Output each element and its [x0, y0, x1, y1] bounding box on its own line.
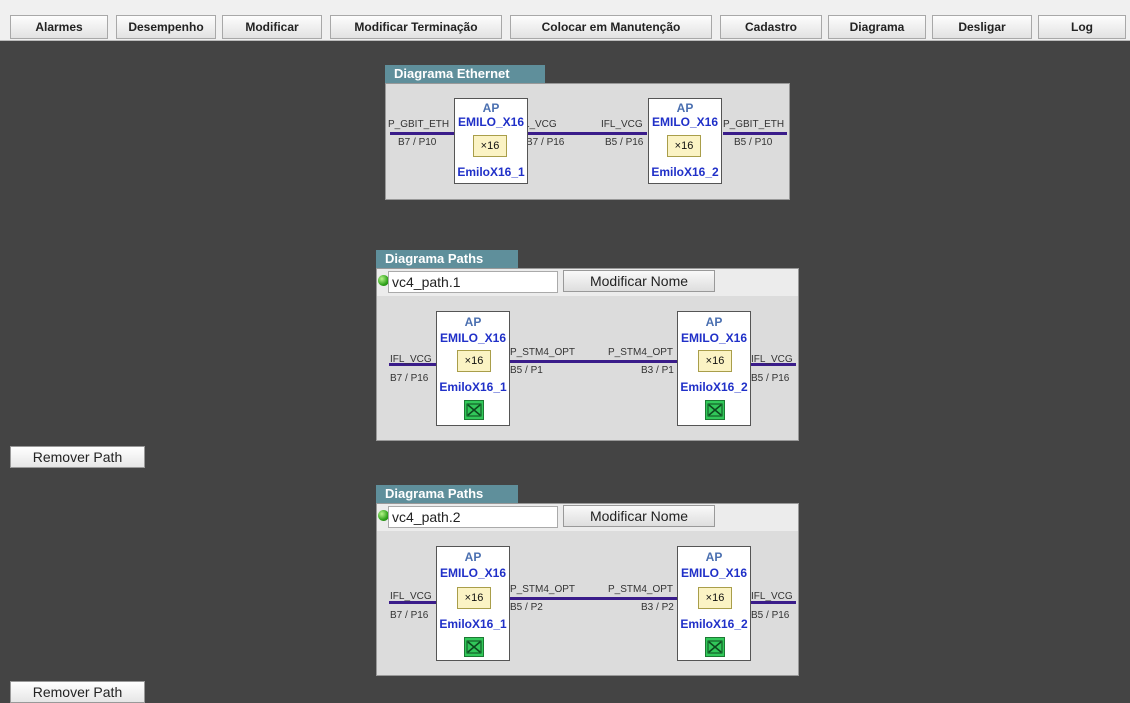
- top-toolbar: Alarmes Desempenho Modificar Modificar T…: [0, 0, 1130, 41]
- network-element-node[interactable]: AP EMILO_X16 ×16 EmiloX16_2: [677, 546, 751, 661]
- port-label: IFL_VCG: [390, 591, 432, 602]
- path-name-bar: vc4_path.1 Modificar Nome: [377, 269, 798, 296]
- network-element-node[interactable]: AP EMILO_X16 ×16 EmiloX16_2: [648, 98, 722, 184]
- modificar-nome-button[interactable]: Modificar Nome: [563, 270, 715, 292]
- link-line: [723, 132, 787, 135]
- node-name-label: EmiloX16_2: [680, 617, 748, 631]
- port-label: P_GBIT_ETH: [388, 119, 450, 130]
- slot-label: B7 / P16: [390, 373, 429, 384]
- cross-connect-glyph: [707, 640, 723, 654]
- x16-card-icon: ×16: [457, 587, 491, 609]
- node-name-label: EmiloX16_2: [680, 380, 748, 394]
- ap-label: AP: [482, 101, 500, 115]
- port-label: P_STM4_OPT: [510, 347, 576, 358]
- cross-connect-icon[interactable]: [464, 400, 484, 420]
- ethernet-diagram-title: Diagrama Ethernet: [385, 65, 545, 83]
- cross-connect-icon[interactable]: [705, 400, 725, 420]
- colocar-em-manutencao-button[interactable]: Colocar em Manutenção: [510, 15, 712, 39]
- port-label: IFL_VCG: [601, 119, 643, 130]
- port-label: P_GBIT_ETH: [723, 119, 785, 130]
- network-element-node[interactable]: AP EMILO_X16 ×16 EmiloX16_1: [436, 311, 510, 426]
- port-label: P_STM4_OPT: [608, 584, 674, 595]
- modificar-button[interactable]: Modificar: [222, 15, 322, 39]
- slot-label: B5 / P16: [605, 137, 644, 148]
- x16-card-icon: ×16: [698, 350, 732, 372]
- slot-label: B7 / P16: [390, 610, 429, 621]
- alarmes-button[interactable]: Alarmes: [10, 15, 108, 39]
- slot-label: B5 / P16: [751, 373, 790, 384]
- link-line: [513, 132, 647, 135]
- x16-card-icon: ×16: [457, 350, 491, 372]
- modificar-terminacao-button[interactable]: Modificar Terminação: [330, 15, 502, 39]
- diagrama-button[interactable]: Diagrama: [828, 15, 926, 39]
- port-label: IFL_VCG: [751, 354, 793, 365]
- cross-connect-icon[interactable]: [705, 637, 725, 657]
- x16-card-icon: ×16: [667, 135, 701, 157]
- ethernet-diagram-panel: P_GBIT_ETH B7 / P10 IFL_VCG B7 / P16 IFL…: [385, 83, 790, 200]
- cross-connect-glyph: [466, 640, 482, 654]
- link-line: [510, 597, 679, 600]
- x16-card-icon: ×16: [473, 135, 507, 157]
- ap-label: AP: [464, 550, 482, 564]
- slot-label: B7 / P10: [398, 137, 437, 148]
- port-label: P_STM4_OPT: [608, 347, 674, 358]
- node-type-label: EMILO_X16: [457, 115, 525, 129]
- paths-diagram-title: Diagrama Paths: [376, 250, 518, 268]
- node-type-label: EMILO_X16: [651, 115, 719, 129]
- remover-path-button[interactable]: Remover Path: [10, 446, 145, 468]
- x16-card-icon: ×16: [698, 587, 732, 609]
- node-name-label: EmiloX16_2: [651, 165, 719, 179]
- network-element-node[interactable]: AP EMILO_X16 ×16 EmiloX16_1: [436, 546, 510, 661]
- node-name-label: EmiloX16_1: [439, 617, 507, 631]
- node-type-label: EMILO_X16: [680, 331, 748, 345]
- desempenho-button[interactable]: Desempenho: [116, 15, 216, 39]
- slot-label: B5 / P2: [510, 602, 543, 613]
- ap-label: AP: [676, 101, 694, 115]
- link-line: [390, 132, 454, 135]
- slot-label: B5 / P10: [734, 137, 773, 148]
- node-type-label: EMILO_X16: [680, 566, 748, 580]
- paths-diagram-panel: vc4_path.1 Modificar Nome IFL_VCG B7 / P…: [376, 268, 799, 441]
- path-name-input[interactable]: vc4_path.1: [388, 271, 558, 293]
- slot-label: B3 / P1: [641, 365, 674, 376]
- network-element-node[interactable]: AP EMILO_X16 ×16 EmiloX16_1: [454, 98, 528, 184]
- slot-label: B7 / P16: [526, 137, 565, 148]
- port-label: IFL_VCG: [390, 354, 432, 365]
- slot-label: B5 / P16: [751, 610, 790, 621]
- node-type-label: EMILO_X16: [439, 566, 507, 580]
- link-line: [510, 360, 679, 363]
- ap-label: AP: [705, 315, 723, 329]
- network-element-node[interactable]: AP EMILO_X16 ×16 EmiloX16_2: [677, 311, 751, 426]
- cross-connect-glyph: [707, 403, 723, 417]
- path-name-bar: vc4_path.2 Modificar Nome: [377, 504, 798, 531]
- port-label: P_STM4_OPT: [510, 584, 576, 595]
- log-button[interactable]: Log: [1038, 15, 1126, 39]
- cadastro-button[interactable]: Cadastro: [720, 15, 822, 39]
- desligar-button[interactable]: Desligar: [932, 15, 1032, 39]
- paths-diagram-title: Diagrama Paths: [376, 485, 518, 503]
- paths-diagram-panel: vc4_path.2 Modificar Nome IFL_VCG B7 / P…: [376, 503, 799, 676]
- slot-label: B5 / P1: [510, 365, 543, 376]
- modificar-nome-button[interactable]: Modificar Nome: [563, 505, 715, 527]
- node-name-label: EmiloX16_1: [457, 165, 525, 179]
- ap-label: AP: [705, 550, 723, 564]
- node-name-label: EmiloX16_1: [439, 380, 507, 394]
- slot-label: B3 / P2: [641, 602, 674, 613]
- cross-connect-glyph: [466, 403, 482, 417]
- cross-connect-icon[interactable]: [464, 637, 484, 657]
- path-name-input[interactable]: vc4_path.2: [388, 506, 558, 528]
- node-type-label: EMILO_X16: [439, 331, 507, 345]
- ap-label: AP: [464, 315, 482, 329]
- port-label: IFL_VCG: [751, 591, 793, 602]
